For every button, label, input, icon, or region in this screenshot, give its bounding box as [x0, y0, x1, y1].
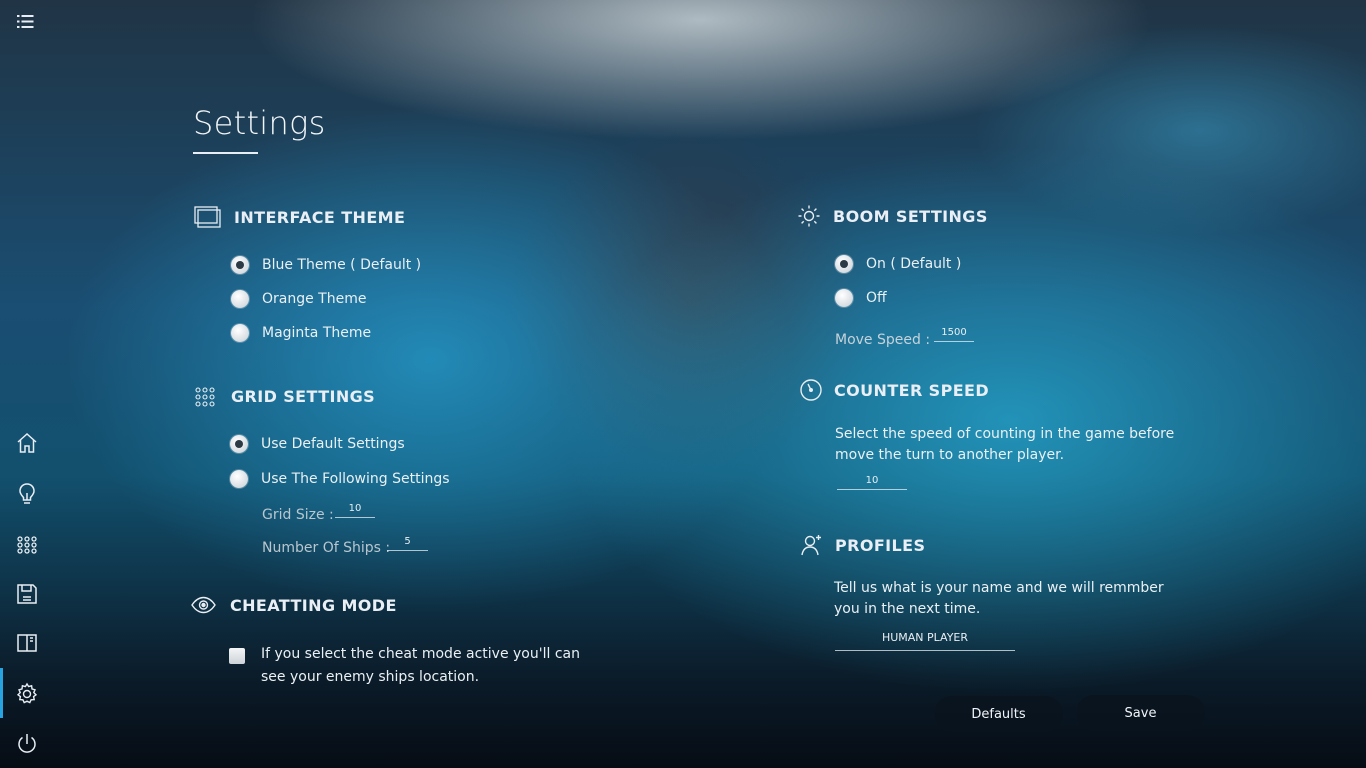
- radio-boom-on[interactable]: [835, 255, 853, 273]
- save-icon[interactable]: [14, 581, 40, 607]
- menu-icon[interactable]: [14, 10, 38, 34]
- cheat-mode-title: CHEATTING MODE: [230, 596, 397, 615]
- cheat-mode-line: If you select the cheat mode active you'…: [261, 646, 580, 662]
- boom-settings-title: BOOM SETTINGS: [833, 207, 988, 226]
- save-button[interactable]: Save: [1076, 695, 1205, 731]
- grid-dots-icon[interactable]: [14, 532, 40, 558]
- profiles-description: Tell us what is your name and we will re…: [834, 578, 1174, 620]
- counter-speed-input[interactable]: [837, 475, 907, 490]
- theme-option-label: Maginta Theme: [262, 325, 372, 341]
- counter-speed-description: Select the speed of counting in the game…: [835, 424, 1175, 466]
- speedometer-icon: [799, 378, 823, 402]
- profiles-line: Tell us what is your name and we will re…: [834, 580, 1164, 596]
- radio-orange-theme[interactable]: [231, 290, 249, 308]
- defaults-button[interactable]: Defaults: [934, 696, 1063, 732]
- home-icon[interactable]: [14, 430, 40, 456]
- grid-size-input[interactable]: [335, 503, 375, 518]
- grid-option-label: Use The Following Settings: [261, 471, 450, 487]
- theme-option-label: Blue Theme ( Default ): [262, 257, 422, 273]
- lightbulb-icon[interactable]: [14, 481, 40, 507]
- radio-default-grid[interactable]: [230, 435, 248, 453]
- counter-speed-line: Select the speed of counting in the game…: [835, 426, 1175, 442]
- radio-blue-theme[interactable]: [231, 256, 249, 274]
- move-speed-label: Move Speed :: [835, 332, 931, 348]
- grid-option-label: Use Default Settings: [261, 436, 405, 452]
- grid-dots-icon: [194, 386, 216, 408]
- cheat-mode-line: see your enemy ships location.: [261, 669, 480, 685]
- user-add-icon: [800, 533, 824, 557]
- cheat-mode-checkbox[interactable]: [229, 648, 245, 664]
- boom-option-label: On ( Default ): [866, 256, 962, 272]
- ships-count-label: Number Of Ships :: [262, 540, 391, 556]
- grid-option-default[interactable]: Use Default Settings: [230, 435, 405, 453]
- radio-boom-off[interactable]: [835, 289, 853, 307]
- theme-option-blue[interactable]: Blue Theme ( Default ): [231, 256, 421, 274]
- counter-speed-line: move the turn to another player.: [835, 447, 1065, 463]
- grid-size-label: Grid Size :: [262, 507, 334, 523]
- title-underline: [193, 152, 258, 154]
- gear-icon[interactable]: [14, 681, 40, 707]
- eye-icon: [191, 596, 216, 614]
- active-nav-indicator: [0, 668, 3, 718]
- boom-option-on[interactable]: On ( Default ): [835, 255, 961, 273]
- radio-magenta-theme[interactable]: [231, 324, 249, 342]
- profiles-line: you in the next time.: [834, 601, 981, 617]
- grid-option-custom[interactable]: Use The Following Settings: [230, 470, 450, 488]
- boom-option-label: Off: [866, 290, 887, 306]
- radio-custom-grid[interactable]: [230, 470, 248, 488]
- interface-theme-title: INTERFACE THEME: [234, 208, 406, 227]
- book-icon[interactable]: [14, 630, 40, 656]
- grid-settings-title: GRID SETTINGS: [231, 387, 376, 406]
- page-title: Settings: [193, 104, 326, 142]
- theme-option-orange[interactable]: Orange Theme: [231, 290, 366, 308]
- player-name-input[interactable]: [835, 631, 1015, 651]
- theme-option-label: Orange Theme: [262, 291, 367, 307]
- profiles-title: PROFILES: [835, 536, 926, 555]
- counter-speed-title: COUNTER SPEED: [834, 381, 990, 400]
- ships-count-input[interactable]: [387, 536, 428, 551]
- move-speed-input[interactable]: [934, 327, 974, 342]
- power-icon[interactable]: [14, 731, 40, 757]
- sun-icon: [797, 204, 821, 228]
- boom-option-off[interactable]: Off: [835, 289, 887, 307]
- window-icon: [194, 205, 222, 229]
- cheat-mode-description: If you select the cheat mode active you'…: [261, 644, 581, 688]
- theme-option-magenta[interactable]: Maginta Theme: [231, 324, 371, 342]
